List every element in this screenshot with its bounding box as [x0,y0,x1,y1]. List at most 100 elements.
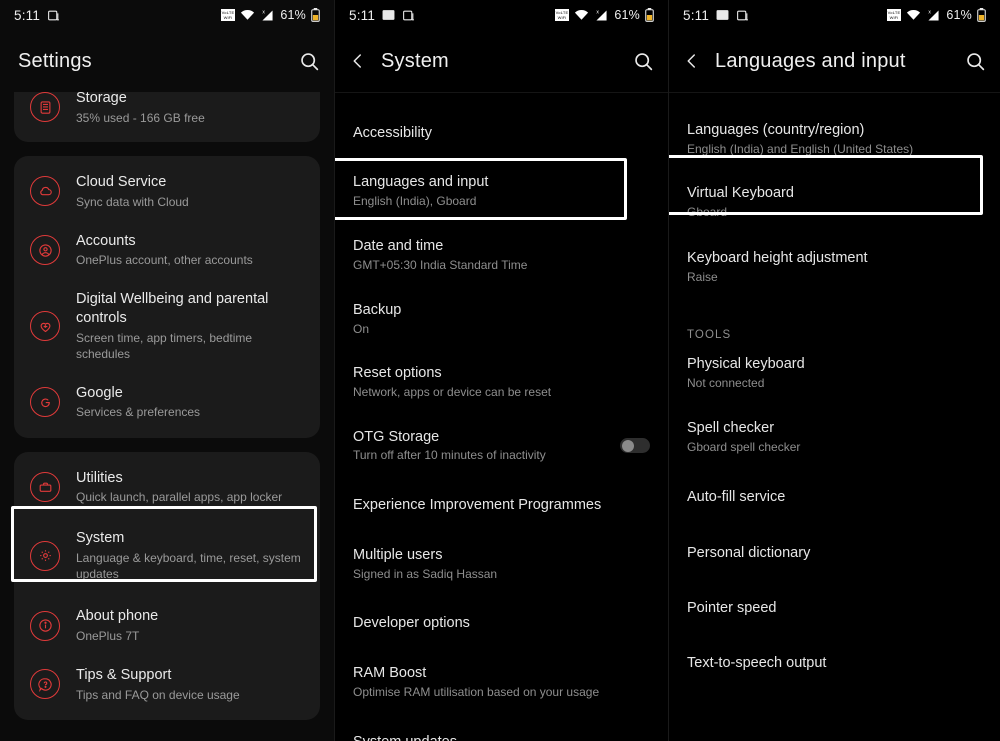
volte-wifi-icon: VoLTE WiFi [555,9,570,21]
search-icon[interactable] [299,51,320,72]
list-item[interactable]: About phone OnePlus 7T [14,596,320,655]
list-item-virtual-keyboard[interactable]: Virtual Keyboard Gboard [669,170,1000,235]
list-item-multiple-users[interactable]: Multiple users Signed in as Sadiq Hassan [335,533,668,596]
sidebar-item-system[interactable]: System Language & keyboard, time, reset,… [14,516,320,596]
account-icon [30,235,60,266]
list-item-subtitle: Screen time, app timers, bedtime schedul… [76,330,253,361]
list-item-keyboard-height-adjustment[interactable]: Keyboard height adjustment Raise [669,236,1000,299]
list-item-spell-checker[interactable]: Spell checker Gboard spell checker [669,406,1000,469]
list-item[interactable]: Storage 35% used - 166 GB free [14,92,320,137]
list-item-accessibility[interactable]: Accessibility [335,107,668,160]
list-item-title: Tips & Support [76,667,172,684]
signal-icon: x [260,9,275,22]
list-item-subtitle: Language & keyboard, time, reset, system… [76,550,301,582]
battery-percent-label: 61% [946,8,972,22]
list-item-title: Text-to-speech output [687,654,827,671]
list-item-date-and-time[interactable]: Date and time GMT+05:30 India Standard T… [335,223,668,287]
list-item-title: About phone [76,608,159,625]
list-item-experience-improvement-programmes[interactable]: Experience Improvement Programmes [335,478,668,533]
list-item-physical-keyboard[interactable]: Physical keyboard Not connected [669,345,1000,405]
list-item[interactable]: Tips & Support Tips and FAQ on device us… [14,655,320,714]
list-item-text-to-speech-output[interactable]: Text-to-speech output [669,636,1000,691]
list-item-subtitle: Gboard [687,205,728,220]
battery-percent-label: 61% [280,8,306,22]
list-item-backup[interactable]: Backup On [335,288,668,351]
info-icon [30,610,60,641]
list-item-pointer-speed[interactable]: Pointer speed [669,581,1000,636]
list-item[interactable]: Accounts OnePlus account, other accounts [14,221,320,280]
list-item-developer-options[interactable]: Developer options [335,596,668,651]
list-item-title: System [76,530,125,547]
search-icon[interactable] [633,51,654,72]
list-item-subtitle: Signed in as Sadiq Hassan [353,566,498,581]
list-item-title: Languages (country/region) [687,122,865,138]
status-clock: 5:11 [14,7,41,23]
list-item-title: Backup [353,301,402,318]
settings-card-system: Utilities Quick launch, parallel apps, a… [14,451,320,720]
list-item-title: OTG Storage [353,428,440,445]
list-item[interactable]: Digital Wellbeing and parental controls … [14,279,320,372]
signal-icon: x [926,9,941,22]
section-header-tools: TOOLS [687,329,732,342]
image-icon [716,9,729,21]
page-title: System [381,49,449,72]
battery-icon [645,8,654,22]
list-item-languages-and-input[interactable]: Languages and input English (India), Gbo… [335,160,668,223]
languages-appbar: Languages and input [669,30,1000,92]
help-icon [30,669,60,700]
list-item-title: System updates [353,733,650,741]
settings-panel: 5:11 VoLTE WiFi x 61% Settings Storage 3… [0,0,334,741]
battery-icon [977,8,986,22]
list-item-personal-dictionary[interactable]: Personal dictionary [669,526,1000,581]
list-item-subtitle: OnePlus 7T [76,628,140,643]
list-item-languages-country-region[interactable]: Languages (country/region) English (Indi… [669,107,1000,170]
battery-icon [311,8,320,22]
search-icon[interactable] [965,51,986,72]
three-panel-screenshot-strip: 5:11 VoLTE WiFi x 61% Settings Storage 3… [0,0,1000,741]
list-item-title: Physical keyboard [687,356,805,373]
list-item-subtitle: OnePlus account, other accounts [76,253,253,268]
page-title: Languages and input [715,49,906,72]
list-item-reset-options[interactable]: Reset options Network, apps or device ca… [335,351,668,414]
list-item-subtitle: Optimise RAM utilisation based on your u… [353,685,600,699]
svg-text:x: x [929,9,932,15]
list-item-ram-boost[interactable]: RAM Boost Optimise RAM utilisation based… [335,651,668,714]
list-item[interactable]: Utilities Quick launch, parallel apps, a… [14,458,320,517]
back-chevron-icon[interactable] [349,52,379,70]
list-item-title: Date and time [353,238,444,255]
otg-storage-toggle[interactable] [620,438,650,454]
list-item[interactable]: Google Services & preferences [14,373,320,432]
volte-wifi-icon: VoLTE WiFi [887,9,902,21]
list-item-title: Google [76,384,123,401]
status-bar-system: 5:11 VoLTE WiFi x 61% [335,0,668,30]
list-item-title: Digital Wellbeing and parental controls [76,291,269,327]
list-item-title: Pointer speed [687,599,777,616]
list-item-system-updates[interactable]: System updates [335,715,668,741]
list-item[interactable]: Cloud Service Sync data with Cloud [14,162,320,221]
status-bar-settings: 5:11 VoLTE WiFi x 61% [0,0,334,30]
list-item-otg-storage[interactable]: OTG Storage Turn off after 10 minutes of… [335,415,668,478]
screenshot-icon [736,9,749,22]
list-item-title: RAM Boost [353,665,427,682]
briefcase-icon [30,472,60,503]
languages-list[interactable]: Languages (country/region) English (Indi… [669,93,1000,691]
status-clock: 5:11 [683,7,710,23]
list-item-title: Keyboard height adjustment [687,249,868,266]
svg-text:WiFi: WiFi [890,15,899,20]
settings-scroll-area[interactable]: Storage 35% used - 166 GB free Cloud Ser… [0,92,334,720]
list-item-subtitle: GMT+05:30 India Standard Time [353,258,528,273]
heart-icon [30,311,60,342]
screenshot-icon [402,9,415,22]
back-chevron-icon[interactable] [683,52,713,70]
list-item-title: Multiple users [353,546,443,563]
page-title: Settings [18,49,92,72]
list-item-auto-fill-service[interactable]: Auto-fill service [669,469,1000,526]
svg-text:x: x [597,9,600,15]
list-item-title: Languages and input [353,173,489,190]
list-item-subtitle: Quick launch, parallel apps, app locker [76,490,283,505]
screenshot-icon [47,9,60,22]
status-clock: 5:11 [349,7,376,23]
system-list[interactable]: Accessibility Languages and input Englis… [335,93,668,741]
wifi-icon [240,9,255,21]
list-item-subtitle: Tips and FAQ on device usage [76,687,240,702]
